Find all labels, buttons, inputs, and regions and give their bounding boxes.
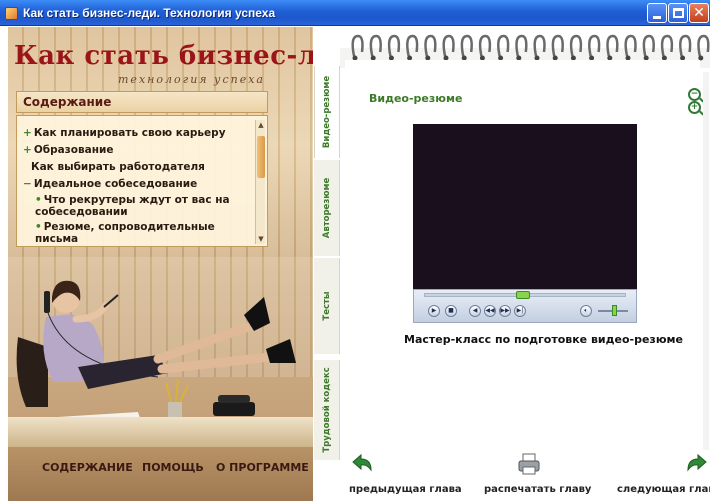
fast-forward-button[interactable]: ▶▶ — [499, 305, 511, 317]
bottom-nav-bar — [8, 447, 313, 501]
toc-expand-icon[interactable]: + — [23, 127, 32, 139]
brand-subtitle: технология успеха — [118, 73, 265, 86]
printer-icon[interactable] — [517, 452, 541, 476]
left-panel: Как стать бизнес-леди технология успеха … — [8, 27, 313, 501]
nav-contents-link[interactable]: СОДЕРЖАНИЕ — [42, 461, 133, 474]
next-chapter-button[interactable]: следующая глава — [617, 484, 710, 495]
tab-tests[interactable]: Тесты — [314, 258, 340, 354]
toc-item-resume[interactable]: • Резюме, сопроводительные письма — [23, 221, 245, 245]
toc-item-label: Образование — [33, 144, 114, 156]
desk-surface — [8, 417, 313, 447]
rewind-button[interactable]: ◀◀ — [484, 305, 496, 317]
prev-chapter-button[interactable]: предыдущая глава — [349, 484, 462, 495]
toc-expand-icon[interactable]: + — [23, 144, 32, 156]
bullet-icon: • — [35, 221, 42, 233]
previous-button[interactable]: ◀ — [469, 305, 481, 317]
toc-item-label: Что рекрутеры ждут от вас на собеседован… — [35, 194, 230, 218]
bullet-icon: • — [35, 194, 42, 206]
print-chapter-button[interactable]: распечатать главу — [484, 484, 591, 495]
close-icon: ✕ — [693, 5, 705, 21]
scroll-down-icon[interactable]: ▼ — [256, 234, 266, 244]
window-title: Как стать бизнес-леди. Технология успеха — [23, 6, 276, 20]
toc-header: Содержание — [16, 91, 268, 113]
speaker-icon[interactable]: 🔈︎ — [580, 305, 592, 317]
toc-item-career[interactable]: + Как планировать свою карьеру — [23, 126, 245, 140]
scroll-thumb[interactable] — [257, 136, 265, 178]
next-button[interactable]: ▶| — [514, 305, 526, 317]
toc-item-label: Как планировать свою карьеру — [33, 127, 226, 139]
toc-scrollbar[interactable]: ▲ ▼ — [255, 120, 265, 244]
seek-thumb[interactable] — [516, 291, 530, 299]
toc-item-label: Как выбирать работодателя — [31, 161, 205, 173]
toc-item-employer[interactable]: Как выбирать работодателя — [23, 160, 245, 174]
volume-thumb[interactable] — [612, 305, 617, 316]
toc-item-education[interactable]: + Образование — [23, 143, 245, 157]
nav-help-link[interactable]: ПОМОЩЬ — [142, 461, 204, 474]
tab-video-resume[interactable]: Видео-резюме — [314, 66, 340, 158]
window-titlebar: Как стать бизнес-леди. Технология успеха… — [0, 0, 710, 26]
toc-item-recruiters[interactable]: • Что рекрутеры ждут от вас на собеседова… — [23, 194, 245, 218]
toc-header-label: Содержание — [23, 95, 112, 109]
video-screen[interactable] — [413, 124, 637, 289]
stop-button[interactable]: ■ — [445, 305, 457, 317]
nav-about-link[interactable]: О ПРОГРАММЕ — [216, 461, 309, 474]
zoom-in-icon[interactable]: + — [688, 101, 701, 114]
toc-item-label: Резюме, сопроводительные письма — [35, 221, 215, 245]
video-caption: Мастер-класс по подготовке видео-резюме — [404, 333, 683, 346]
page-scrollbar[interactable] — [703, 72, 709, 450]
toc-list-panel: + Как планировать свою карьеру + Образован… — [16, 115, 268, 247]
page-scroll-thumb[interactable] — [703, 82, 709, 442]
tab-label: Тесты — [321, 291, 332, 321]
toc-collapse-icon[interactable]: − — [23, 178, 32, 190]
tab-label: Трудовой кодекс — [321, 367, 332, 453]
scroll-up-icon[interactable]: ▲ — [256, 120, 266, 130]
app-icon — [5, 7, 18, 20]
back-arrow-icon[interactable] — [349, 452, 375, 476]
page-title: Видео-резюме — [369, 92, 463, 105]
brand-title: Как стать бизнес-леди — [14, 41, 313, 71]
toc-list: + Как планировать свою карьеру + Образован… — [23, 126, 245, 248]
tab-labor-code[interactable]: Трудовой кодекс — [314, 360, 340, 460]
tab-label: Видео-резюме — [322, 75, 332, 149]
toc-item-interview[interactable]: − Идеальное собеседование — [23, 177, 245, 191]
zoom-out-icon[interactable]: − — [688, 88, 701, 101]
minimize-icon — [653, 16, 661, 19]
play-button[interactable]: ▶ — [428, 305, 440, 317]
tab-label: Авторезюме — [321, 177, 332, 239]
minimize-button[interactable] — [647, 3, 667, 23]
toc-item-label: Идеальное собеседование — [33, 178, 198, 190]
maximize-button[interactable] — [668, 3, 688, 23]
close-button[interactable]: ✕ — [689, 3, 709, 23]
tab-auto-resume[interactable]: Авторезюме — [314, 160, 340, 256]
maximize-icon — [673, 8, 684, 18]
forward-arrow-icon[interactable] — [684, 452, 710, 476]
